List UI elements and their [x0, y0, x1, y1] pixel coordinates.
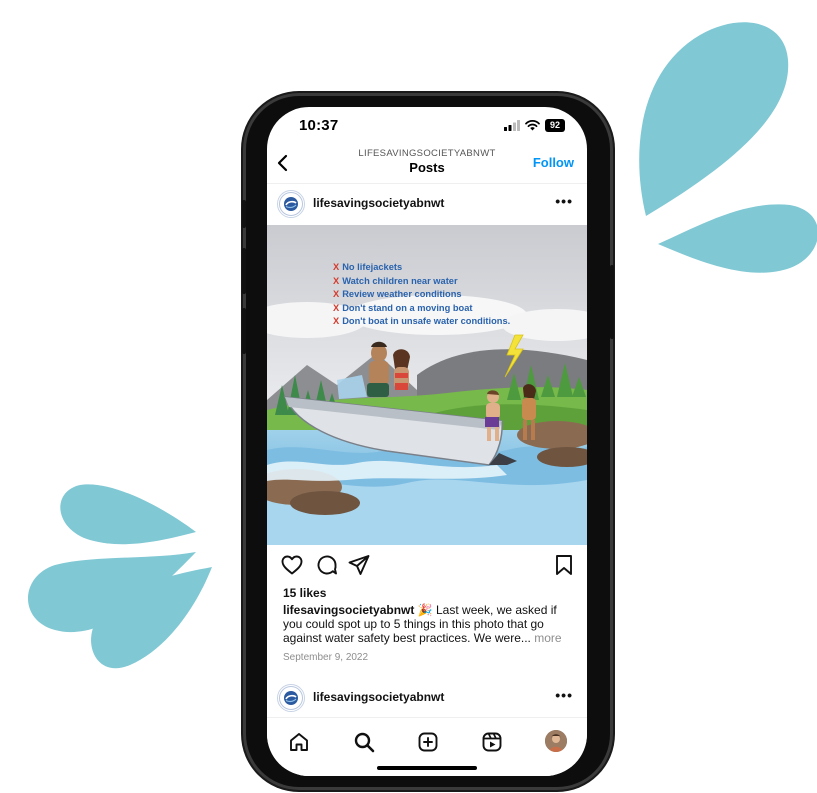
heart-icon[interactable] [280, 553, 304, 577]
status-icons: 92 [504, 119, 565, 132]
post-header: lifesavingsocietyabnwt ••• [267, 187, 587, 221]
more-horizontal-icon[interactable]: ••• [555, 193, 573, 209]
checklist-item: X Don't stand on a moving boat [333, 302, 473, 313]
avatar[interactable] [277, 684, 305, 712]
checklist-item: X No lifejackets [333, 262, 403, 272]
bookmark-icon[interactable] [554, 553, 574, 577]
checklist-item: X Review weather conditions [333, 289, 462, 299]
safety-checklist: X No lifejackets X Watch children near wat… [333, 261, 510, 329]
phone-action-button [242, 200, 246, 228]
profile-photo [545, 730, 567, 752]
send-icon[interactable] [347, 553, 371, 577]
reels-icon[interactable] [481, 731, 503, 753]
cellular-signal-icon [504, 120, 520, 131]
caption-emoji: 🎉 [417, 603, 433, 617]
caption-more-link[interactable]: more [531, 631, 561, 645]
search-icon[interactable] [353, 731, 375, 753]
phone-screen: 10:37 92 LIFESAVINGSOCIETYABNWT Posts Fo… [267, 107, 587, 776]
more-horizontal-icon[interactable]: ••• [555, 687, 573, 703]
bottom-tab-bar [267, 717, 587, 776]
battery-level: 92 [545, 119, 565, 132]
checklist-item: X Watch children near water [333, 275, 458, 286]
phone-power-button [610, 265, 614, 339]
avatar[interactable] [277, 190, 305, 218]
home-indicator [377, 766, 477, 770]
post-actions [267, 553, 587, 583]
comment-icon[interactable] [315, 553, 339, 577]
post-image[interactable]: X No lifejackets X Watch children near wat… [267, 225, 587, 545]
checklist-item: X Don't boat in unsafe water conditions. [333, 316, 511, 326]
home-icon[interactable] [288, 731, 310, 753]
caption-username[interactable]: lifesavingsocietyabnwt [283, 603, 414, 617]
status-bar: 10:37 92 [267, 107, 587, 147]
post-caption: lifesavingsocietyabnwt 🎉 Last week, we a… [283, 603, 578, 646]
phone-volume-down-button [242, 308, 246, 354]
status-time: 10:37 [299, 117, 339, 134]
post-username[interactable]: lifesavingsocietyabnwt [313, 196, 444, 210]
lifesaving-society-logo-icon [279, 686, 303, 710]
phone-volume-up-button [242, 248, 246, 294]
likes-count[interactable]: 15 likes [283, 586, 326, 600]
profile-avatar-icon[interactable] [545, 730, 567, 752]
lifesaving-society-logo-icon [279, 192, 303, 216]
follow-button[interactable]: Follow [533, 155, 574, 170]
post-date: September 9, 2022 [283, 652, 369, 663]
nav-header: LIFESAVINGSOCIETYABNWT Posts Follow [267, 145, 587, 184]
plus-square-icon[interactable] [417, 731, 439, 753]
next-post-header: lifesavingsocietyabnwt ••• [267, 681, 587, 715]
post-username[interactable]: lifesavingsocietyabnwt [313, 690, 444, 704]
wifi-icon [525, 120, 540, 131]
